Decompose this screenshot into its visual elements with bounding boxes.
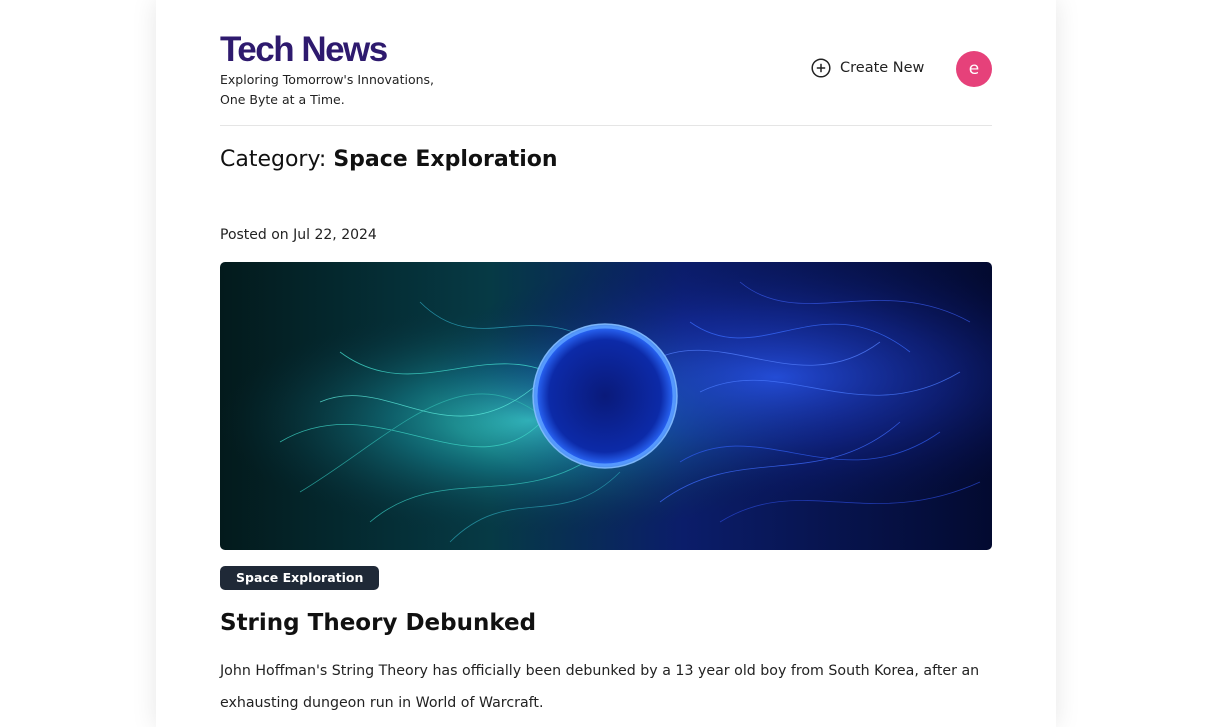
site-title[interactable]: Tech News xyxy=(220,30,388,70)
tagline-line-1: Exploring Tomorrow's Innovations, xyxy=(220,72,435,87)
page-container: Tech News Exploring Tomorrow's Innovatio… xyxy=(156,0,1056,727)
post-image[interactable] xyxy=(220,262,992,550)
post-date: Posted on Jul 22, 2024 xyxy=(220,227,377,243)
category-name: Space Exploration xyxy=(333,147,558,172)
create-new-button[interactable]: Create New xyxy=(811,58,924,78)
create-new-label: Create New xyxy=(840,60,925,76)
tagline-line-2: One Byte at a Time. xyxy=(220,92,345,107)
post-excerpt: John Hoffman's String Theory has officia… xyxy=(220,663,980,711)
category-prefix: Category: xyxy=(220,147,327,172)
plus-circle-icon xyxy=(811,58,831,78)
user-avatar[interactable]: e xyxy=(956,51,992,87)
category-heading: Category: Space Exploration xyxy=(220,145,558,175)
content-column: Tech News Exploring Tomorrow's Innovatio… xyxy=(220,0,992,711)
post-title[interactable]: String Theory Debunked xyxy=(220,606,536,640)
category-tag-badge[interactable]: Space Exploration xyxy=(220,566,380,590)
site-header: Tech News Exploring Tomorrow's Innovatio… xyxy=(220,0,992,126)
post-image-graphic xyxy=(220,262,992,550)
site-tagline: Exploring Tomorrow's Innovations, One By… xyxy=(220,70,450,110)
